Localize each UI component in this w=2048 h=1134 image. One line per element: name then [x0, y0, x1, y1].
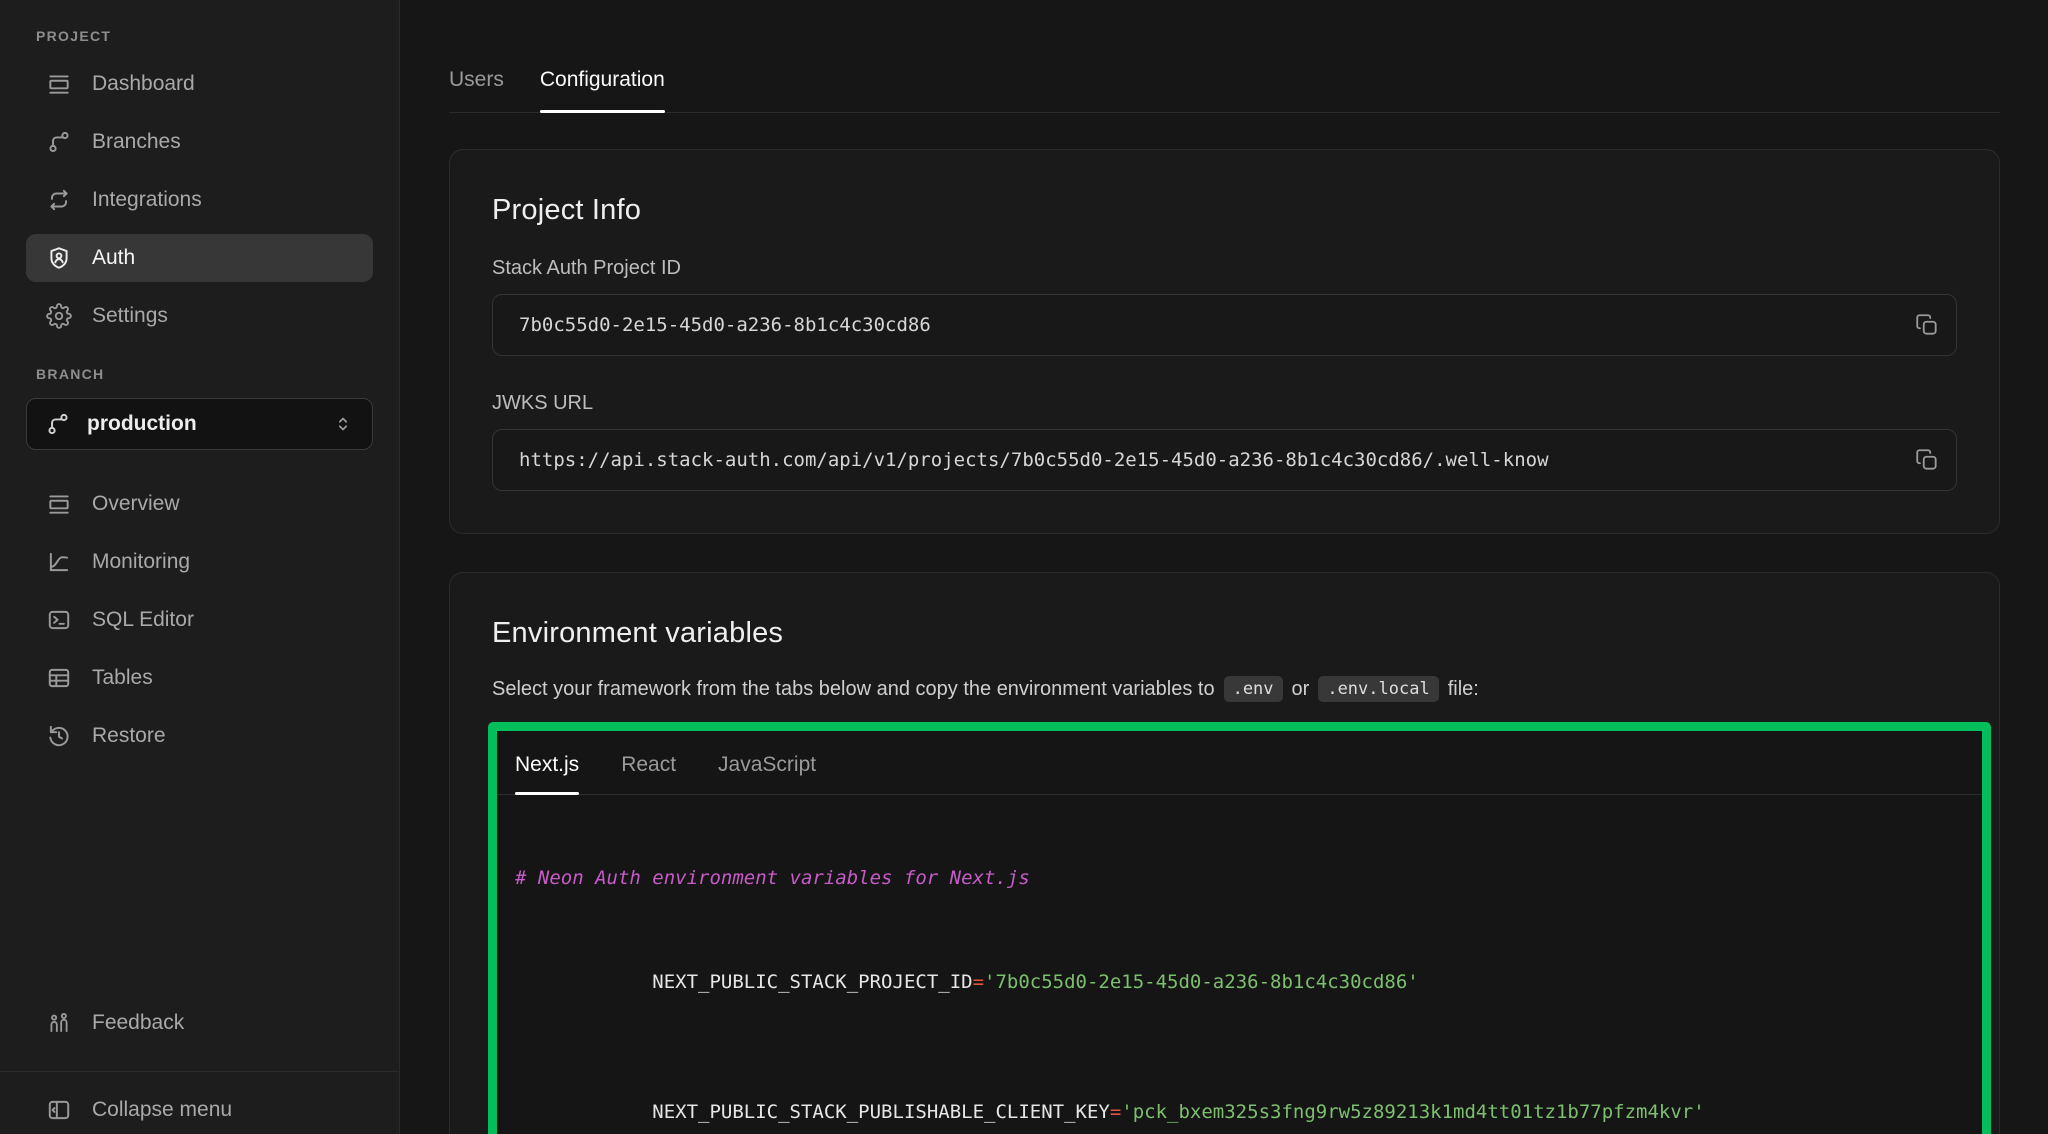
- sidebar-item-integrations[interactable]: Integrations: [26, 176, 373, 224]
- tab-configuration[interactable]: Configuration: [540, 68, 665, 112]
- jwks-url-value: https://api.stack-auth.com/api/v1/projec…: [519, 449, 1549, 471]
- sidebar: PROJECT Dashboard Branches Integrations: [0, 0, 400, 1134]
- jwks-url-label: JWKS URL: [492, 392, 1957, 415]
- project-id-field: 7b0c55d0-2e15-45d0-a236-8b1c4c30cd86: [492, 294, 1957, 356]
- sidebar-item-label: Dashboard: [92, 72, 195, 96]
- monitoring-icon: [46, 549, 72, 575]
- tab-users[interactable]: Users: [449, 68, 504, 112]
- tab-nextjs[interactable]: Next.js: [515, 753, 579, 794]
- sidebar-item-dashboard[interactable]: Dashboard: [26, 60, 373, 108]
- branch-section-label: BRANCH: [26, 366, 373, 382]
- chevron-updown-icon: [332, 413, 354, 435]
- copy-jwks-url-button[interactable]: [1912, 445, 1942, 475]
- sidebar-item-label: Integrations: [92, 188, 202, 212]
- branch-nav: Overview Monitoring SQL Editor Tables: [26, 480, 373, 760]
- jwks-url-field: https://api.stack-auth.com/api/v1/projec…: [492, 429, 1957, 491]
- tab-react[interactable]: React: [621, 753, 676, 794]
- sidebar-item-label: Auth: [92, 246, 135, 270]
- page: PROJECT Dashboard Branches Integrations: [0, 0, 2048, 1134]
- project-section-label: PROJECT: [26, 28, 373, 44]
- description-text: file:: [1448, 678, 1479, 701]
- description-text: Select your framework from the tabs belo…: [492, 678, 1215, 701]
- integrations-icon: [46, 187, 72, 213]
- dashboard-icon: [46, 71, 72, 97]
- branch-icon: [46, 129, 72, 155]
- restore-icon: [46, 723, 72, 749]
- sidebar-item-overview[interactable]: Overview: [26, 480, 373, 528]
- description-text: or: [1292, 678, 1310, 701]
- project-info-card: Project Info Stack Auth Project ID 7b0c5…: [449, 149, 2000, 534]
- tab-javascript[interactable]: JavaScript: [718, 753, 816, 794]
- sidebar-item-auth[interactable]: Auth: [26, 234, 373, 282]
- highlight-annotation-box: Next.js React JavaScript # Neon Auth env…: [488, 722, 1991, 1134]
- sidebar-item-label: Branches: [92, 130, 181, 154]
- env-local-file-chip: .env.local: [1318, 676, 1438, 702]
- sidebar-item-settings[interactable]: Settings: [26, 292, 373, 340]
- page-tabs: Users Configuration: [449, 68, 2000, 113]
- env-var-name: NEXT_PUBLIC_STACK_PROJECT_ID: [652, 971, 972, 993]
- sql-editor-icon: [46, 607, 72, 633]
- env-file-chip: .env: [1224, 676, 1283, 702]
- project-id-label: Stack Auth Project ID: [492, 257, 1957, 280]
- branch-icon: [45, 411, 71, 437]
- settings-icon: [46, 303, 72, 329]
- sidebar-item-label: Tables: [92, 666, 153, 690]
- feedback-icon: [46, 1010, 72, 1036]
- collapse-menu-button[interactable]: Collapse menu: [26, 1086, 373, 1134]
- code-comment: # Neon Auth environment variables for Ne…: [515, 867, 1030, 889]
- project-nav: Dashboard Branches Integrations Auth: [26, 60, 373, 340]
- environment-variables-title: Environment variables: [492, 617, 1957, 650]
- sidebar-divider: [0, 1071, 399, 1072]
- sidebar-item-label: Collapse menu: [92, 1098, 232, 1122]
- sidebar-item-tables[interactable]: Tables: [26, 654, 373, 702]
- overview-icon: [46, 491, 72, 517]
- env-var-value: 'pck_bxem325s3fng9rw5z89213k1md4tt01tz1b…: [1121, 1101, 1704, 1123]
- main-content: Users Configuration Project Info Stack A…: [400, 0, 2048, 1134]
- sidebar-item-label: Monitoring: [92, 550, 190, 574]
- env-var-value: '7b0c55d0-2e15-45d0-a236-8b1c4c30cd86': [984, 971, 1419, 993]
- copy-icon: [1914, 312, 1940, 338]
- sidebar-item-feedback[interactable]: Feedback: [26, 999, 373, 1047]
- sidebar-item-branches[interactable]: Branches: [26, 118, 373, 166]
- environment-variables-card: Environment variables Select your framew…: [449, 572, 2000, 1134]
- copy-icon: [1914, 447, 1940, 473]
- sidebar-item-label: Feedback: [92, 1011, 184, 1035]
- env-code-block: # Neon Auth environment variables for Ne…: [497, 795, 1982, 1134]
- sidebar-item-monitoring[interactable]: Monitoring: [26, 538, 373, 586]
- collapse-menu-icon: [46, 1097, 72, 1123]
- project-id-value: 7b0c55d0-2e15-45d0-a236-8b1c4c30cd86: [519, 314, 931, 336]
- environment-variables-description: Select your framework from the tabs belo…: [492, 676, 1957, 702]
- sidebar-item-label: Overview: [92, 492, 180, 516]
- env-var-name: NEXT_PUBLIC_STACK_PUBLISHABLE_CLIENT_KEY: [652, 1101, 1110, 1123]
- project-info-title: Project Info: [492, 194, 1957, 227]
- sidebar-item-sql-editor[interactable]: SQL Editor: [26, 596, 373, 644]
- equals-sign: =: [1110, 1101, 1121, 1123]
- framework-tabs: Next.js React JavaScript: [497, 731, 1982, 795]
- sidebar-item-label: SQL Editor: [92, 608, 194, 632]
- tables-icon: [46, 665, 72, 691]
- equals-sign: =: [973, 971, 984, 993]
- sidebar-spacer: [26, 786, 373, 985]
- copy-project-id-button[interactable]: [1912, 310, 1942, 340]
- auth-icon: [46, 245, 72, 271]
- branch-selector[interactable]: production: [26, 398, 373, 450]
- branch-selector-value: production: [87, 412, 197, 436]
- sidebar-item-label: Restore: [92, 724, 166, 748]
- sidebar-item-label: Settings: [92, 304, 168, 328]
- sidebar-item-restore[interactable]: Restore: [26, 712, 373, 760]
